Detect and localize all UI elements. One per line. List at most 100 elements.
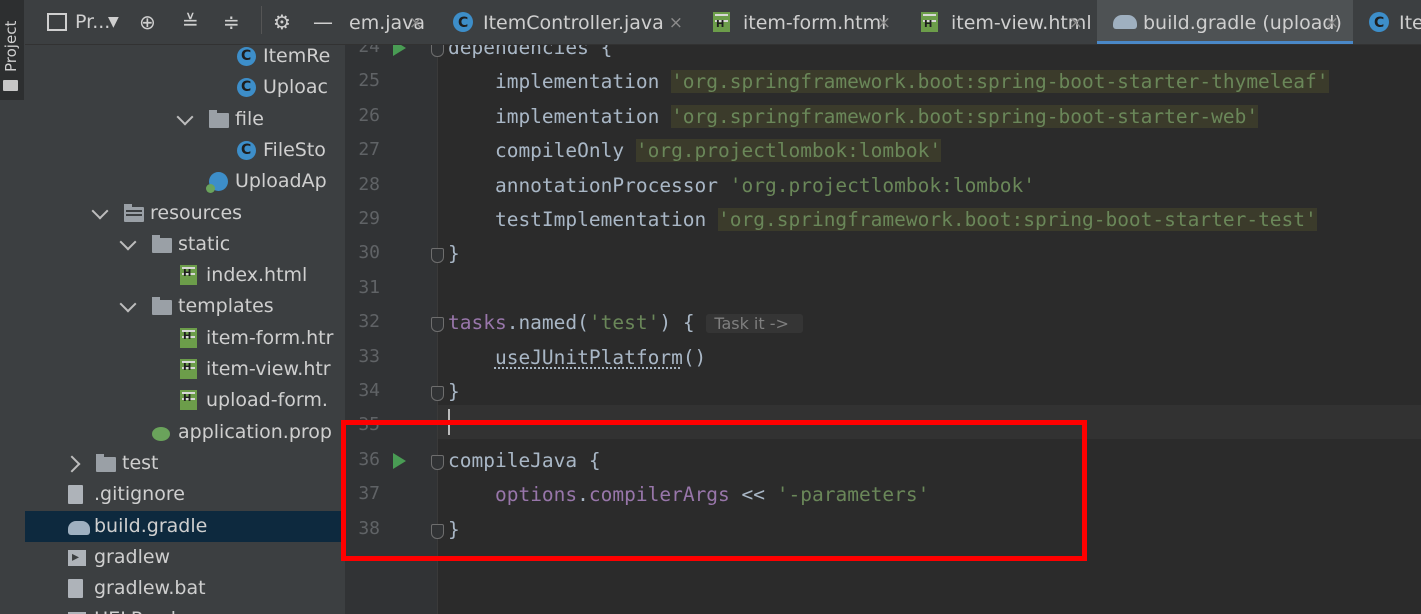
tree-item-label: item-view.htr: [206, 358, 331, 380]
tab-label: item-form.html: [743, 12, 887, 34]
code-token: tasks: [448, 311, 507, 335]
code-token: 'test': [588, 311, 660, 335]
expand-all-icon[interactable]: ≚: [182, 8, 199, 36]
minimize-icon[interactable]: —: [313, 8, 333, 36]
editor-tab[interactable]: em.java ×: [345, 0, 437, 44]
tree-item[interactable]: index.html: [25, 258, 345, 291]
code-line[interactable]: }: [448, 237, 460, 271]
tree-item[interactable]: UploadAp: [25, 166, 345, 197]
code-token: implementation: [448, 104, 672, 128]
tree-item[interactable]: test: [25, 448, 345, 479]
tree-item[interactable]: resources: [25, 198, 345, 229]
spring-app-icon: [206, 172, 228, 194]
project-folder-icon: [3, 80, 18, 91]
tree-item[interactable]: static: [25, 229, 345, 260]
fold-icon[interactable]: [431, 317, 444, 333]
editor-tab-bar: em.java×ItemController.java×item-form.ht…: [345, 0, 1421, 45]
project-tool-tab[interactable]: Project: [0, 0, 24, 100]
line-number: 29: [358, 208, 380, 229]
code-token: useJUnitPlatform: [494, 345, 683, 369]
tree-item-label: index.html: [206, 264, 308, 287]
tree-item[interactable]: application.prop: [25, 417, 345, 448]
code-token: 'org.springframework.boot:spring-boot-st…: [671, 70, 1329, 94]
chevron-down-icon[interactable]: [119, 233, 137, 251]
editor-tab[interactable]: build.gradle (upload) ×: [1097, 0, 1353, 44]
locate-icon[interactable]: ⊕: [139, 8, 156, 36]
chevron-right-icon[interactable]: [63, 455, 81, 473]
tree-item-label: Uploac: [263, 76, 328, 99]
chevron-down-icon[interactable]: [119, 295, 137, 313]
code-line[interactable]: implementation 'org.springframework.boot…: [448, 100, 1259, 134]
code-line[interactable]: useJUnitPlatform(): [448, 341, 706, 375]
tree-item-label: resources: [150, 201, 243, 224]
code-line[interactable]: testImplementation 'org.springframework.…: [448, 203, 1317, 237]
tree-item-label: static: [178, 232, 231, 255]
close-icon[interactable]: ×: [1325, 0, 1339, 44]
project-panel: Pr... ▼ ⊕ ≚ ≑ ⚙ — ItemRe Uploac file FileSt…: [25, 0, 345, 614]
tree-item[interactable]: item-form.htr: [25, 321, 345, 354]
html-file-icon: [180, 321, 197, 352]
folder-icon: [96, 453, 116, 472]
tree-item[interactable]: file: [25, 104, 345, 135]
dropdown-arrow-icon[interactable]: ▼: [108, 8, 119, 36]
editor-tab[interactable]: item-form.html×: [697, 0, 905, 44]
tree-item-label: ItemRe: [263, 45, 331, 67]
tree-item[interactable]: gradlew.bat: [25, 573, 345, 604]
project-panel-toolbar: Pr... ▼ ⊕ ≚ ≑ ⚙ —: [25, 0, 345, 45]
run-icon[interactable]: [393, 45, 406, 56]
fold-icon[interactable]: [431, 45, 444, 57]
tree-item[interactable]: ItemRe: [25, 41, 345, 72]
tree-item[interactable]: templates: [25, 291, 345, 322]
tree-item[interactable]: FileSto: [25, 135, 345, 166]
gear-icon[interactable]: ⚙: [273, 8, 291, 36]
close-icon[interactable]: ×: [669, 0, 683, 44]
code-line[interactable]: implementation 'org.springframework.boot…: [448, 65, 1329, 99]
editor-tab[interactable]: item-view.html×: [905, 0, 1097, 44]
resources-folder-icon: [124, 203, 144, 222]
tree-item[interactable]: Uploac: [25, 72, 345, 103]
chevron-down-icon[interactable]: [91, 202, 109, 219]
code-line[interactable]: compileOnly 'org.projectlombok:lombok': [448, 134, 942, 168]
gradle-icon: [1113, 15, 1137, 29]
code-line[interactable]: dependencies {: [448, 45, 612, 65]
code-line[interactable]: annotationProcessor 'org.projectlombok:l…: [448, 169, 1035, 203]
code-line[interactable]: }: [448, 375, 460, 409]
project-view-icon: [47, 13, 67, 31]
gradle-icon: [68, 520, 90, 535]
code-token: testImplementation: [448, 208, 719, 231]
tree-item-label: file: [235, 107, 264, 130]
tab-label: ItemController.java: [483, 12, 664, 34]
html-file-icon: [180, 383, 197, 414]
tree-item[interactable]: HELP.md: [25, 604, 345, 614]
code-token: 'org.projectlombok:lombok': [635, 139, 942, 163]
project-view-selector[interactable]: Pr...: [75, 8, 110, 36]
chevron-down-icon[interactable]: [176, 108, 194, 126]
collapse-all-icon[interactable]: ≑: [223, 8, 240, 36]
code-token: annotationProcessor: [448, 173, 730, 197]
tree-item-label: item-form.htr: [206, 326, 334, 349]
editor-tab[interactable]: Iter: [1353, 0, 1421, 44]
close-icon[interactable]: ×: [877, 0, 891, 44]
class-icon: [237, 41, 256, 72]
tree-item[interactable]: upload-form.: [25, 383, 345, 416]
line-number: 25: [358, 70, 380, 92]
tree-item[interactable]: build.gradle: [25, 510, 345, 542]
folder-icon: [152, 234, 172, 253]
html-file-icon: [713, 2, 730, 44]
fold-icon[interactable]: [431, 248, 444, 264]
editor-tab[interactable]: ItemController.java×: [437, 0, 697, 44]
line-number: 34: [358, 380, 380, 401]
html-file-icon: [180, 352, 197, 383]
close-icon[interactable]: ×: [1069, 0, 1083, 44]
tree-item-label: build.gradle: [94, 514, 208, 537]
code-token: 'org.projectlombok:lombok': [729, 173, 1036, 197]
fold-icon[interactable]: [431, 386, 444, 401]
tree-item[interactable]: item-view.htr: [25, 352, 345, 385]
code-line[interactable]: tasks.named('test') { Task it ->: [448, 306, 803, 340]
html-file-icon: [921, 2, 938, 44]
tree-item[interactable]: gradlew: [25, 542, 345, 573]
code-token: }: [448, 380, 460, 403]
tree-item[interactable]: .gitignore: [25, 479, 345, 510]
close-icon[interactable]: ×: [409, 0, 423, 44]
